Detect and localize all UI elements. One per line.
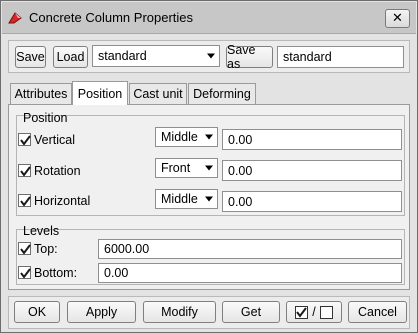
save-as-button[interactable]: Save as xyxy=(226,43,273,71)
rotation-label: Rotation xyxy=(34,164,81,178)
close-button[interactable]: ✕ xyxy=(385,9,410,28)
horizontal-option-value: Middle xyxy=(161,192,198,206)
chevron-down-icon xyxy=(205,165,213,171)
cancel-button[interactable]: Cancel xyxy=(348,301,407,323)
horizontal-checkbox[interactable] xyxy=(18,194,31,207)
vertical-offset-input[interactable]: 0.00 xyxy=(222,129,402,150)
vertical-option-value: Middle xyxy=(161,130,198,144)
vertical-option-select[interactable]: Middle xyxy=(155,127,218,147)
close-icon: ✕ xyxy=(392,11,403,26)
levels-group-title: Levels xyxy=(23,224,60,238)
tab-attributes[interactable]: Attributes xyxy=(10,83,72,104)
title-bar[interactable]: Concrete Column Properties ✕ xyxy=(2,2,416,34)
checkmark-icon xyxy=(20,196,31,207)
position-group-title: Position xyxy=(23,111,68,125)
rotation-checkbox[interactable] xyxy=(18,164,31,177)
tab-position[interactable]: Position xyxy=(72,81,128,105)
checkmark-icon xyxy=(20,244,31,255)
toggle-all-checkboxes-button[interactable]: / xyxy=(286,301,342,323)
get-button[interactable]: Get xyxy=(222,301,280,323)
window-title: Concrete Column Properties xyxy=(29,10,194,25)
unchecked-box-icon xyxy=(319,305,333,319)
chevron-down-icon xyxy=(205,134,213,140)
preset-select[interactable]: standard xyxy=(92,45,220,67)
rotation-option-select[interactable]: Front xyxy=(155,158,218,178)
top-level-checkbox[interactable] xyxy=(18,242,31,255)
properties-dialog: Concrete Column Properties ✕ Save Load s… xyxy=(0,0,418,333)
rotation-option-value: Front xyxy=(161,161,191,175)
chevron-down-icon xyxy=(205,196,213,202)
save-button[interactable]: Save xyxy=(15,46,46,68)
load-button[interactable]: Load xyxy=(53,46,88,68)
checked-box-icon xyxy=(295,305,309,319)
modify-button[interactable]: Modify xyxy=(143,301,216,323)
preset-select-value: standard xyxy=(98,49,147,63)
save-as-name-input[interactable]: standard xyxy=(277,46,404,68)
rotation-offset-input[interactable]: 0.00 xyxy=(222,160,402,181)
top-level-label: Top: xyxy=(34,242,58,256)
tab-cast-unit[interactable]: Cast unit xyxy=(129,83,187,104)
bottom-level-label: Bottom: xyxy=(34,266,78,280)
bottom-level-checkbox[interactable] xyxy=(18,266,31,279)
app-icon xyxy=(8,12,22,24)
ok-button[interactable]: OK xyxy=(14,301,60,323)
apply-button[interactable]: Apply xyxy=(67,301,136,323)
checkmark-icon xyxy=(20,268,31,279)
horizontal-label: Horizontal xyxy=(34,194,91,208)
checkmark-icon xyxy=(20,135,31,146)
toggle-separator: / xyxy=(312,305,316,319)
chevron-down-icon xyxy=(207,53,215,59)
checkmark-icon xyxy=(20,166,31,177)
horizontal-option-select[interactable]: Middle xyxy=(155,189,218,209)
vertical-label: Vertical xyxy=(34,133,75,147)
tab-deforming[interactable]: Deforming xyxy=(188,83,256,104)
horizontal-offset-input[interactable]: 0.00 xyxy=(222,191,402,212)
vertical-checkbox[interactable] xyxy=(18,133,31,146)
top-level-input[interactable]: 6000.00 xyxy=(98,239,402,259)
bottom-level-input[interactable]: 0.00 xyxy=(98,263,402,283)
